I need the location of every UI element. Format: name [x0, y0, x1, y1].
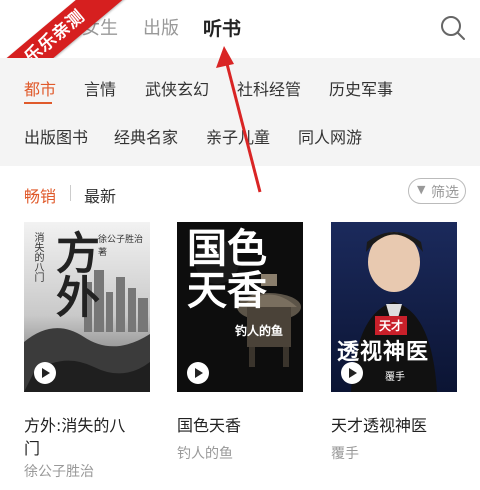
cover-title-art: 国色天香: [187, 225, 267, 314]
filter-button[interactable]: ▼ 筛选: [408, 178, 466, 204]
play-icon[interactable]: [34, 362, 56, 384]
filter-triangle-icon: ▼: [417, 183, 426, 196]
cover-tag: 天才: [375, 316, 408, 335]
book-title-fangwai[interactable]: 方外:消失的八 门: [24, 414, 154, 460]
cover-author-text: 覆手: [385, 372, 405, 383]
cover-author-text: 徐公子胜治 著: [98, 235, 144, 258]
book-title-tiancai[interactable]: 天才透视神医: [331, 414, 427, 437]
search-icon[interactable]: [440, 15, 466, 41]
category-panel: 都市 言情 武侠玄幻 社科经管 历史军事 出版图书 经典名家 亲子儿童 同人网游: [0, 58, 480, 166]
category-sheke[interactable]: 社科经管: [237, 76, 301, 100]
sort-divider: [70, 185, 71, 201]
book-title-line1: 方外:消失的八: [24, 416, 126, 435]
book-author-guose: 钓人的鱼: [177, 446, 233, 462]
sort-bestseller[interactable]: 畅销: [24, 183, 56, 207]
tab-publish[interactable]: 出版: [143, 14, 179, 40]
play-icon[interactable]: [187, 362, 209, 384]
category-dushi[interactable]: 都市: [24, 76, 56, 100]
book-cover-guose[interactable]: 国色天香 钓人的鱼: [177, 222, 303, 392]
category-tongren[interactable]: 同人网游: [298, 124, 362, 148]
filter-label: 筛选: [431, 185, 459, 201]
play-icon[interactable]: [341, 362, 363, 384]
category-chuban[interactable]: 出版图书: [24, 124, 88, 148]
category-active-indicator: [24, 102, 52, 104]
category-qinzi[interactable]: 亲子儿童: [206, 124, 270, 148]
book-author-tiancai: 覆手: [331, 446, 359, 462]
category-lishi[interactable]: 历史军事: [329, 76, 393, 100]
category-yanqing[interactable]: 言情: [84, 76, 116, 100]
tab-audiobook[interactable]: 听书: [203, 14, 241, 41]
cover-title-art: 方外: [48, 230, 99, 318]
book-cover-tiancai[interactable]: 天才 透视神医 覆手: [331, 222, 457, 392]
cover-author-text: 钓人的鱼: [235, 324, 284, 338]
cover-side-text: 消失的八门: [32, 232, 43, 282]
sort-latest[interactable]: 最新: [84, 183, 116, 207]
category-jingdian[interactable]: 经典名家: [114, 124, 178, 148]
book-title-line2: 门: [24, 439, 41, 458]
book-title-guose[interactable]: 国色天香: [177, 414, 241, 437]
book-cover-fangwai[interactable]: 方外 消失的八门 徐公子胜治 著: [24, 222, 150, 392]
category-wuxia[interactable]: 武侠玄幻: [145, 76, 209, 100]
book-author-fangwai: 徐公子胜治: [24, 464, 94, 480]
